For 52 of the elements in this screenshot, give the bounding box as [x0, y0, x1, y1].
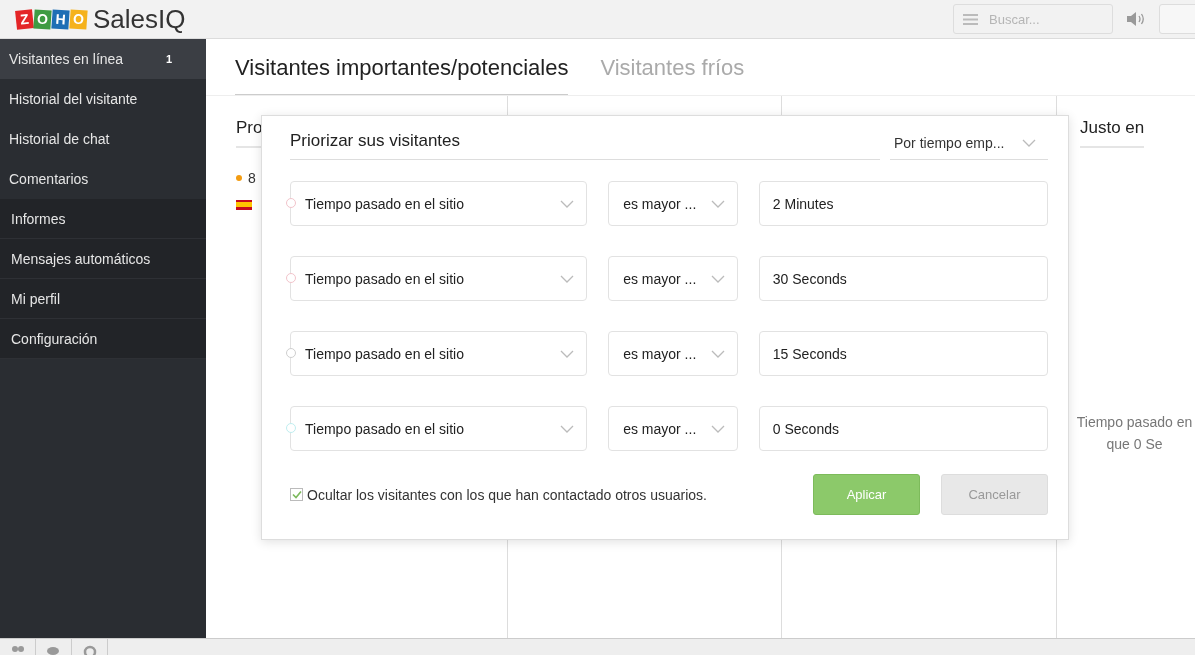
- note-text: Tiempo pasado en: [1075, 413, 1194, 432]
- flag-icon: [236, 200, 252, 210]
- sidebar-item[interactable]: Informes: [0, 199, 206, 239]
- operator-dropdown[interactable]: es mayor ...: [608, 331, 738, 376]
- chevron-down-icon: [560, 274, 575, 283]
- sidebar-item[interactable]: Historial de chat: [0, 119, 206, 159]
- value-field[interactable]: 15 Seconds: [758, 331, 1048, 376]
- sidebar-item[interactable]: Mi perfil: [0, 279, 206, 319]
- operator-dropdown[interactable]: es mayor ...: [608, 256, 738, 301]
- chevron-down-icon: [710, 349, 725, 358]
- sidebar-item[interactable]: Visitantes en línea 1: [0, 39, 206, 79]
- value-field[interactable]: 2 Minutes: [758, 181, 1048, 226]
- note-text: que 0 Se: [1105, 435, 1164, 454]
- status-dot: [236, 175, 242, 181]
- people-icon[interactable]: [10, 645, 25, 655]
- chevron-down-icon: [710, 424, 725, 433]
- chevron-down-icon: [560, 424, 575, 433]
- chat-icon[interactable]: [46, 645, 61, 655]
- checkbox-label: Ocultar los visitantes con los que han contactado otros usuarios.: [307, 486, 707, 503]
- value-field[interactable]: 0 Seconds: [758, 406, 1048, 451]
- chevron-down-icon: [710, 274, 725, 283]
- chevron-down-icon: [560, 199, 575, 208]
- count-label: 1: [165, 53, 172, 65]
- chevron-down-icon: [1022, 139, 1036, 147]
- field-dropdown[interactable]: Tiempo pasado en el sitio: [290, 406, 588, 451]
- column-title: Justo en: [1080, 118, 1145, 148]
- field-dropdown[interactable]: Tiempo pasado en el sitio: [290, 256, 588, 301]
- checkbox[interactable]: [290, 488, 303, 501]
- sidebar-label: Visitantes en línea: [9, 51, 124, 67]
- logo-letter: O: [69, 8, 88, 30]
- value-field[interactable]: 30 Seconds: [758, 256, 1048, 301]
- menu-icon: [963, 14, 978, 25]
- sidebar-item[interactable]: Historial del visitante: [0, 79, 206, 119]
- logo-letter: H: [51, 8, 70, 30]
- operator-dropdown[interactable]: es mayor ...: [608, 406, 738, 451]
- field-dropdown[interactable]: Tiempo pasado en el sitio: [290, 181, 588, 226]
- dialog-title: Priorizar sus visitantes: [290, 131, 880, 160]
- search-field[interactable]: Buscar...: [953, 4, 1113, 34]
- field-dropdown[interactable]: Tiempo pasado en el sitio: [290, 331, 588, 376]
- sort-dropdown[interactable]: Por tiempo emp...: [890, 135, 1048, 160]
- logo-letter: Z: [15, 8, 34, 30]
- product-name: SalesIQ: [93, 3, 186, 35]
- tab[interactable]: Visitantes importantes/potenciales: [235, 40, 569, 95]
- logo-letter: O: [33, 8, 52, 30]
- sidebar-item[interactable]: Mensajes automáticos: [0, 239, 206, 279]
- chevron-down-icon: [710, 199, 725, 208]
- sidebar-item[interactable]: Configuración: [0, 319, 206, 359]
- sidebar-item[interactable]: Comentarios: [0, 159, 206, 199]
- speaker-icon[interactable]: [1127, 11, 1145, 27]
- chevron-down-icon: [560, 349, 575, 358]
- visitor-count: 8: [248, 170, 256, 186]
- operator-dropdown[interactable]: es mayor ...: [608, 181, 738, 226]
